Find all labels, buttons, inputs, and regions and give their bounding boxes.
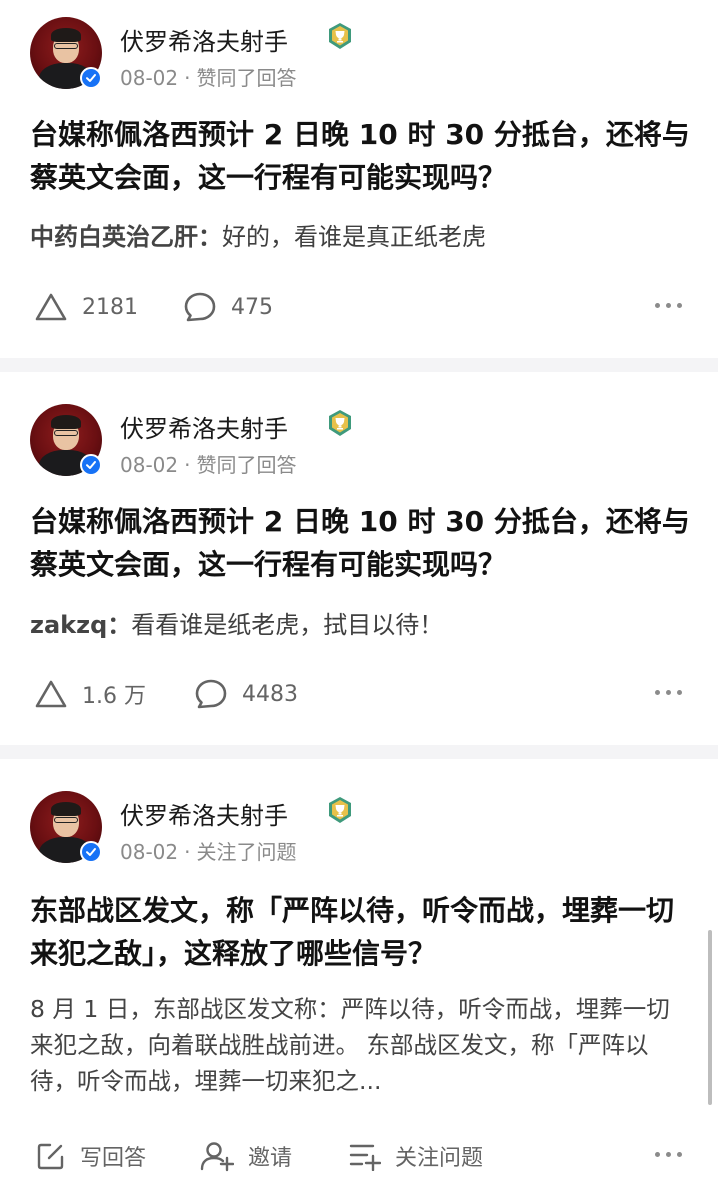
upvote-triangle-icon (35, 293, 67, 321)
activity-action: 赞同了回答 (196, 66, 297, 90)
follow-question-label: 关注问题 (395, 1146, 484, 1171)
comment-count: 4483 (242, 681, 298, 707)
comment-button[interactable]: 475 (183, 287, 273, 327)
upvote-triangle-icon (35, 680, 67, 708)
excerpt-text: 好的，看谁是真正纸老虎 (222, 223, 486, 251)
trophy-badge-icon (329, 410, 351, 436)
excerpt-author: 中药白英治乙肝： (30, 223, 222, 251)
trophy-badge-icon (329, 23, 351, 49)
feed-card[interactable]: 伏罗希洛夫射手 08-02 · 关注了问题 东部战区发文，称「严阵以待，听令而战，埋… (0, 759, 718, 1200)
card-divider (0, 745, 718, 759)
upvote-button[interactable]: 2181 (34, 287, 138, 327)
more-dots-icon[interactable] (655, 303, 682, 308)
activity-meta: 08-02 · 赞同了回答 (120, 62, 296, 91)
question-title[interactable]: 东部战区发文，称「严阵以待，听令而战，埋葬一切来犯之敌」，这释放了哪些信号？ (30, 889, 690, 975)
activity-meta: 08-02 · 关注了问题 (120, 836, 296, 865)
activity-action: 关注了问题 (196, 840, 297, 864)
scrollbar[interactable] (708, 930, 712, 1105)
answer-excerpt[interactable]: zakzq：看看谁是纸老虎，拭目以待！ (30, 608, 690, 643)
activity-date: 08-02 (120, 453, 179, 477)
invite-user-icon (200, 1142, 234, 1172)
more-dots-icon[interactable] (655, 690, 682, 695)
meta-separator: · (184, 840, 191, 864)
comment-button[interactable]: 4483 (194, 674, 298, 714)
activity-date: 08-02 (120, 66, 179, 90)
verified-check-icon (80, 841, 102, 863)
activity-action: 赞同了回答 (196, 453, 297, 477)
write-answer-button[interactable]: 写回答 (36, 1136, 146, 1176)
comment-count: 475 (231, 294, 273, 320)
write-answer-label: 写回答 (80, 1146, 147, 1171)
meta-separator: · (184, 66, 191, 90)
author-name[interactable]: 伏罗希洛夫射手 (120, 22, 288, 57)
excerpt-author: zakzq： (30, 611, 132, 639)
verified-check-icon (80, 67, 102, 89)
question-excerpt[interactable]: 8 月 1 日，东部战区发文称：严阵以待，听令而战，埋葬一切来犯之敌，向着联战胜… (30, 991, 690, 1099)
upvote-button[interactable]: 1.6 万 (34, 674, 146, 714)
activity-date: 08-02 (120, 840, 179, 864)
answer-excerpt[interactable]: 中药白英治乙肝：好的，看谁是真正纸老虎 (30, 220, 690, 255)
meta-separator: · (184, 453, 191, 477)
more-dots-icon[interactable] (655, 1152, 682, 1157)
verified-check-icon (80, 454, 102, 476)
follow-question-button[interactable]: 关注问题 (349, 1136, 483, 1176)
feed-card[interactable]: 伏罗希洛夫射手 08-02 · 赞同了回答 台媒称佩洛西预计 2 日晚 10 时 3… (0, 0, 718, 358)
feed-card[interactable]: 伏罗希洛夫射手 08-02 · 赞同了回答 台媒称佩洛西预计 2 日晚 10 时 3… (0, 372, 718, 745)
card-divider (0, 358, 718, 372)
invite-button[interactable]: 邀请 (198, 1136, 292, 1176)
comment-bubble-icon (184, 292, 216, 322)
upvote-count: 1.6 万 (82, 684, 146, 709)
question-title[interactable]: 台媒称佩洛西预计 2 日晚 10 时 30 分抵台，还将与蔡英文会面，这一行程有… (30, 113, 690, 199)
upvote-count: 2181 (82, 294, 138, 320)
invite-label: 邀请 (248, 1146, 293, 1171)
excerpt-text: 看看谁是纸老虎，拭目以待！ (131, 611, 444, 639)
question-title[interactable]: 台媒称佩洛西预计 2 日晚 10 时 30 分抵台，还将与蔡英文会面，这一行程有… (30, 500, 690, 586)
author-name[interactable]: 伏罗希洛夫射手 (120, 409, 288, 444)
author-name[interactable]: 伏罗希洛夫射手 (120, 796, 288, 831)
activity-meta: 08-02 · 赞同了回答 (120, 449, 296, 478)
trophy-badge-icon (329, 797, 351, 823)
follow-list-icon (349, 1144, 381, 1171)
edit-icon (37, 1143, 64, 1170)
comment-bubble-icon (195, 679, 227, 709)
